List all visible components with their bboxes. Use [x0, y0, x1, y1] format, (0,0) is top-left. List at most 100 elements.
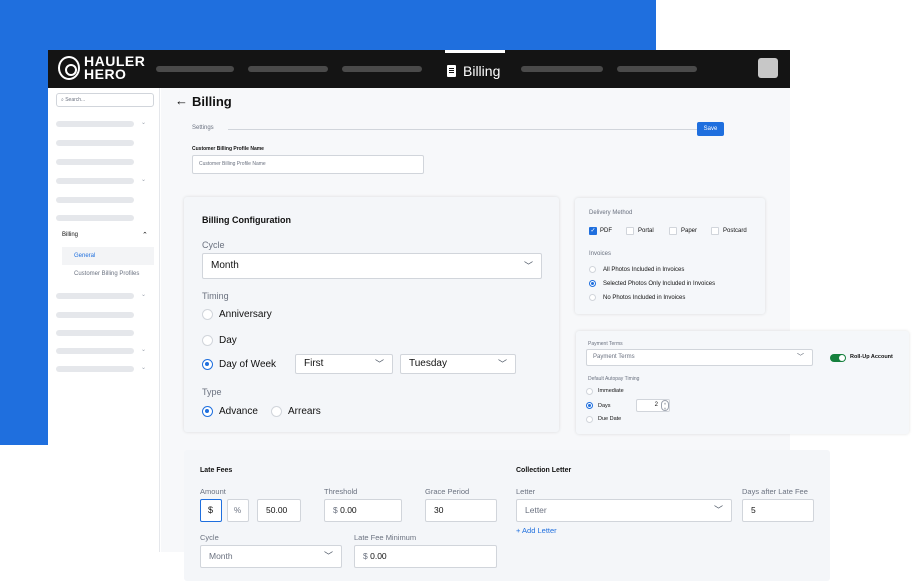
payment-terms-placeholder: Payment Terms [593, 354, 635, 360]
percent-toggle-button[interactable]: % [227, 499, 249, 522]
page-title: Billing [192, 94, 232, 109]
threshold-label: Threshold [324, 487, 358, 496]
avatar[interactable] [758, 58, 778, 78]
timing-day-label: Day [219, 335, 237, 346]
postcard-label: Postcard [723, 228, 747, 234]
invoice-all-label: All Photos Included in Invoices [603, 267, 685, 273]
threshold-input[interactable]: $ 0.00 [324, 499, 402, 522]
pdf-checkbox[interactable]: ✓ [589, 227, 597, 235]
search-placeholder: Search... [65, 97, 86, 103]
cycle-select[interactable]: Month ﹀ [202, 253, 542, 279]
nav-item-placeholder[interactable] [248, 66, 328, 72]
sidebar-item-billing[interactable]: Billing [62, 232, 78, 238]
chevron-down-icon[interactable]: ⌄ [141, 364, 146, 371]
threshold-value: 0.00 [340, 505, 357, 515]
chevron-down-icon[interactable]: ⌄ [141, 291, 146, 298]
weekday-select[interactable]: Tuesday ﹀ [400, 354, 516, 374]
late-cycle-label: Cycle [200, 533, 219, 542]
sidebar-item-placeholder[interactable] [56, 312, 134, 318]
type-arrears-label: Arrears [288, 406, 321, 417]
sidebar-item-placeholder[interactable] [56, 140, 134, 146]
logo-line2: HERO [84, 66, 127, 82]
payment-terms-select[interactable]: Payment Terms ﹀ [586, 349, 813, 366]
autopay-days-label: Days [598, 403, 611, 409]
cbpn-input[interactable]: Customer Billing Profile Name [192, 155, 424, 174]
chevron-down-icon: ﹀ [497, 359, 507, 369]
cycle-select-value: Month [211, 260, 239, 271]
invoice-all-radio[interactable] [589, 266, 596, 273]
add-letter-link[interactable]: + Add Letter [516, 526, 557, 535]
invoice-selected-radio[interactable] [589, 280, 596, 287]
sidebar-item-placeholder[interactable] [56, 366, 134, 372]
days-after-late-fee-label: Days after Late Fee [742, 487, 808, 496]
divider [228, 129, 697, 130]
chevron-down-icon: ﹀ [374, 359, 384, 369]
letter-label: Letter [516, 487, 536, 496]
back-arrow-icon[interactable]: ← [175, 93, 188, 108]
letter-select-placeholder: Letter [525, 505, 547, 515]
delivery-title: Delivery Method [589, 210, 633, 216]
nav-item-placeholder[interactable] [342, 66, 422, 72]
days-after-late-fee-input[interactable]: 5 [742, 499, 814, 522]
grace-period-input[interactable]: 30 [425, 499, 497, 522]
search-input[interactable]: ⌕ Search... [56, 93, 154, 107]
autopay-due-date-label: Due Date [598, 416, 622, 422]
sidebar-item-placeholder[interactable] [56, 178, 134, 184]
paper-checkbox[interactable] [669, 227, 677, 235]
sidebar-item-placeholder[interactable] [56, 197, 134, 203]
type-label: Type [202, 387, 222, 397]
nav-item-placeholder[interactable] [521, 66, 603, 72]
sidebar-item-placeholder[interactable] [56, 121, 134, 127]
letter-select[interactable]: Letter ﹀ [516, 499, 732, 522]
sidebar-item-general[interactable]: General [62, 247, 154, 265]
amount-input[interactable]: 50.00 [257, 499, 301, 522]
sidebar: ⌕ Search... ⌄ ⌄ Billing ⌃ General Custom… [48, 88, 160, 552]
timing-anniversary-radio[interactable] [202, 309, 213, 320]
timing-day-radio[interactable] [202, 335, 213, 346]
rollup-toggle[interactable] [830, 354, 846, 362]
sidebar-item-placeholder[interactable] [56, 348, 134, 354]
paper-label: Paper [681, 228, 698, 234]
autopay-days-value: 2 [654, 402, 658, 408]
invoice-none-radio[interactable] [589, 294, 596, 301]
nav-tab-billing[interactable]: Billing [445, 50, 505, 88]
late-fees-title: Late Fees [200, 467, 233, 474]
autopay-due-date-radio[interactable] [586, 416, 593, 423]
portal-label: Portal [638, 228, 654, 234]
chevron-down-icon[interactable]: ⌄ [141, 346, 146, 353]
sidebar-item-placeholder[interactable] [56, 159, 134, 165]
sidebar-item-customer-billing-profiles[interactable]: Customer Billing Profiles [74, 271, 139, 277]
late-fee-minimum-input[interactable]: $ 0.00 [354, 545, 497, 568]
sidebar-item-placeholder[interactable] [56, 215, 134, 221]
payment-terms-label: Payment Terms [588, 341, 623, 347]
postcard-checkbox[interactable] [711, 227, 719, 235]
pdf-label: PDF [600, 228, 612, 234]
late-cycle-select[interactable]: Month ﹀ [200, 545, 342, 568]
nav-item-placeholder[interactable] [156, 66, 234, 72]
chevron-down-icon: ﹀ [797, 354, 804, 361]
sidebar-item-placeholder[interactable] [56, 330, 134, 336]
nav-item-placeholder[interactable] [617, 66, 697, 72]
collection-letter-title: Collection Letter [516, 467, 572, 474]
chevron-up-icon[interactable]: ⌃ [142, 231, 148, 239]
chevron-down-icon[interactable]: ⌄ [141, 176, 146, 183]
logo[interactable]: HAULER HERO [58, 54, 145, 82]
type-arrears-radio[interactable] [271, 406, 282, 417]
late-fee-minimum-currency: $ [363, 551, 368, 561]
type-advance-radio[interactable] [202, 406, 213, 417]
top-navbar: HAULER HERO Billing [48, 50, 790, 88]
dollar-toggle-button[interactable]: $ [200, 499, 222, 522]
stepper-arrows-icon[interactable]: ˄ ˅ [661, 400, 669, 411]
autopay-days-radio[interactable] [586, 402, 593, 409]
chevron-down-icon[interactable]: ⌄ [141, 119, 146, 126]
sidebar-item-placeholder[interactable] [56, 293, 134, 299]
weekday-select-value: Tuesday [409, 358, 447, 369]
timing-day-of-week-radio[interactable] [202, 359, 213, 370]
threshold-currency: $ [333, 505, 338, 515]
save-button[interactable]: Save [697, 122, 724, 136]
week-select[interactable]: First ﹀ [295, 354, 393, 374]
autopay-immediate-radio[interactable] [586, 388, 593, 395]
timing-anniversary-label: Anniversary [219, 309, 272, 320]
invoices-label: Invoices [589, 251, 612, 257]
portal-checkbox[interactable] [626, 227, 634, 235]
